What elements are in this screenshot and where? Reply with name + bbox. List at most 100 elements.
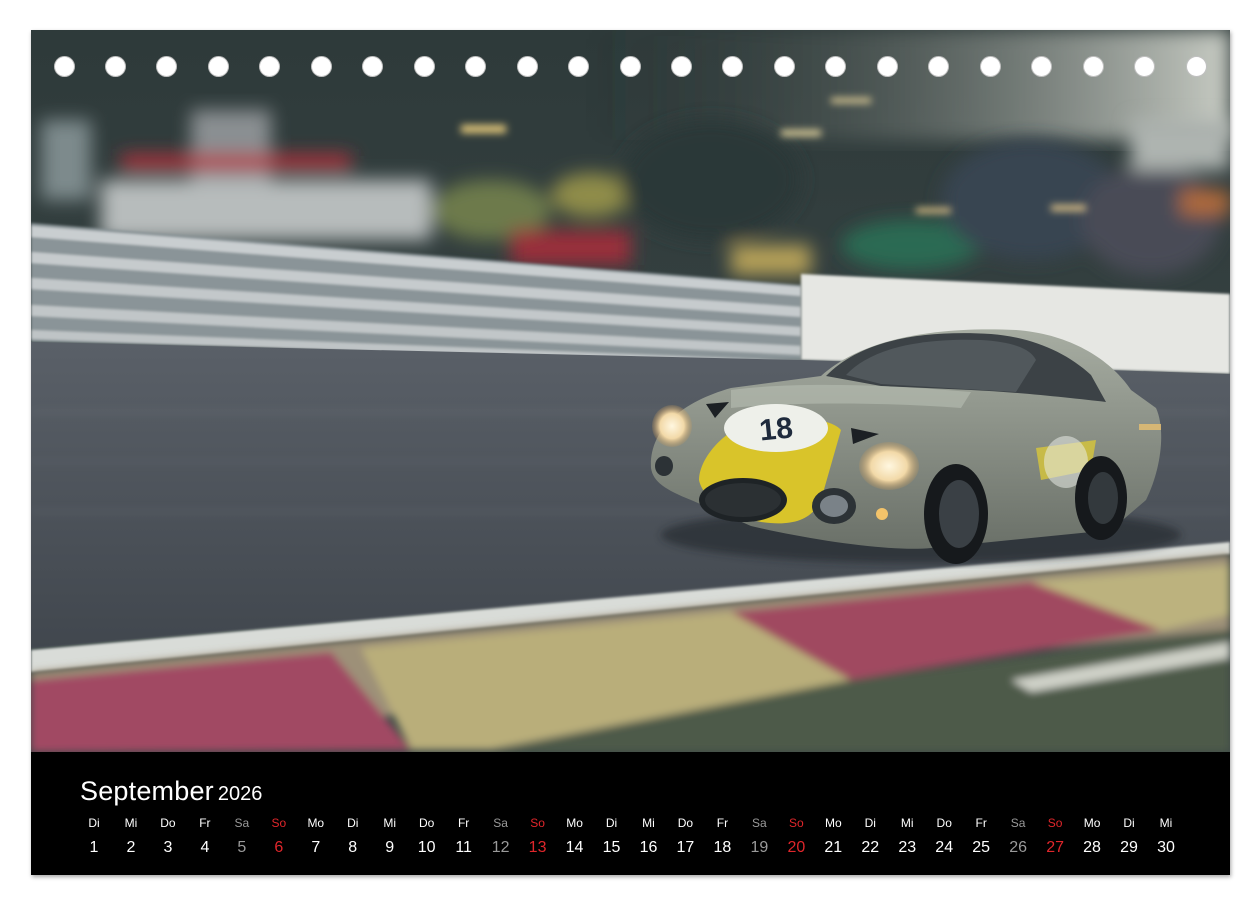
day-cell: Di 1: [76, 816, 113, 858]
car-number: 18: [758, 411, 795, 447]
weekday-label: Di: [88, 816, 100, 830]
weekday-label: So: [1047, 816, 1063, 830]
day-cell: Mo 28: [1074, 816, 1111, 858]
day-cell: Mo 7: [297, 816, 334, 858]
day-cell: Di 8: [334, 816, 371, 858]
weekday-label: Mi: [1159, 816, 1173, 830]
date-number: 17: [676, 839, 695, 856]
binding-hole: [465, 56, 487, 77]
date-number: 13: [528, 839, 547, 856]
weekday-label: So: [530, 816, 545, 830]
weekday-label: Do: [677, 816, 694, 830]
day-cell: Fr 25: [963, 816, 1000, 858]
date-number: 14: [565, 839, 584, 856]
day-cell: So 6: [260, 816, 297, 858]
day-cell: Do 17: [667, 816, 704, 858]
day-cell: Sa 26: [1000, 816, 1037, 858]
calendar-strip: September 2026 Di 1 Mi 2 Do 3 Fr 4 Sa 5 So 6 Mo 7 Di 8 Mi…: [31, 752, 1230, 875]
date-number: 28: [1083, 839, 1101, 856]
weekday-label: Mi: [900, 816, 914, 830]
weekday-label: Mo: [307, 816, 325, 830]
binding-hole: [310, 56, 332, 77]
day-cell: Mi 30: [1148, 816, 1185, 858]
day-cell: Mi 16: [630, 816, 667, 858]
day-cell: Do 3: [149, 816, 186, 858]
weekday-label: Sa: [493, 816, 508, 830]
date-number: 7: [311, 839, 321, 856]
weekday-label: Mi: [383, 816, 397, 830]
day-cell: Fr 11: [445, 816, 482, 858]
day-cell: Sa 5: [223, 816, 260, 858]
date-number: 22: [861, 839, 880, 856]
binding-hole: [670, 56, 692, 77]
weekday-label: Sa: [234, 816, 250, 830]
binding-hole: [773, 56, 795, 77]
binding-hole: [568, 56, 590, 77]
date-number: 26: [1009, 839, 1028, 856]
weekday-label: Fr: [457, 816, 470, 830]
binding-hole: [876, 56, 898, 77]
day-cell: Mi 2: [112, 816, 149, 858]
weekday-label: Mo: [566, 816, 583, 830]
date-number: 3: [163, 839, 173, 856]
date-number: 29: [1120, 839, 1138, 856]
date-number: 30: [1157, 839, 1175, 856]
date-number: 16: [639, 839, 658, 856]
date-number: 15: [602, 839, 621, 856]
date-number: 19: [750, 839, 769, 856]
day-cell: Sa 19: [741, 816, 778, 858]
day-cell: Di 15: [593, 816, 630, 858]
day-cell: Mi 23: [889, 816, 926, 858]
calendar-sheet: 18 September 2026 Di 1 Mi 2 Do 3 Fr 4 Sa…: [31, 30, 1230, 875]
weekday-label: Fr: [716, 816, 729, 830]
date-number: 18: [713, 839, 732, 856]
weekday-label: Di: [605, 816, 618, 830]
day-cell: Mi 9: [371, 816, 408, 858]
binding-hole: [53, 56, 75, 77]
date-number: 4: [200, 839, 210, 856]
weekday-label: Mi: [124, 816, 138, 830]
day-cell: Do 10: [408, 816, 445, 858]
day-cell: So 13: [519, 816, 556, 858]
month-year: 2026: [217, 783, 263, 805]
binding-hole: [207, 56, 229, 77]
day-row: Di 1 Mi 2 Do 3 Fr 4 Sa 5 So 6 Mo 7 Di 8 Mi 9 Do 10 Fr 11 Sa 12 S…: [31, 816, 1230, 875]
weekday-label: So: [271, 816, 287, 830]
date-number: 9: [385, 839, 395, 856]
month-title: September 2026: [80, 776, 262, 807]
day-cell: Fr 18: [704, 816, 741, 858]
day-cell: So 27: [1037, 816, 1074, 858]
weekday-label: Sa: [1010, 816, 1026, 830]
binding-hole: [516, 56, 538, 77]
date-number: 8: [348, 839, 358, 856]
date-number: 10: [417, 839, 436, 856]
weekday-label: So: [789, 816, 804, 830]
binding-hole: [413, 56, 435, 77]
date-number: 11: [455, 839, 472, 856]
date-number: 5: [237, 839, 247, 856]
day-cell: Mo 21: [815, 816, 852, 858]
weekday-label: Di: [864, 816, 876, 830]
date-number: 2: [126, 839, 136, 856]
weekday-label: Mi: [642, 816, 655, 830]
binding-hole: [1031, 56, 1053, 77]
weekday-label: Fr: [975, 816, 987, 830]
weekday-label: Mo: [1083, 816, 1101, 830]
date-number: 27: [1046, 839, 1064, 856]
day-cell: Di 22: [852, 816, 889, 858]
binding-hole: [1134, 56, 1156, 77]
weekday-label: Do: [419, 816, 435, 830]
month-name: September: [80, 776, 214, 806]
race-car-photo: 18: [31, 30, 1230, 752]
weekday-label: Do: [160, 816, 176, 830]
binding-hole: [1082, 56, 1104, 77]
day-cell: So 20: [778, 816, 815, 858]
day-cell: Di 29: [1111, 816, 1148, 858]
binding-hole: [104, 56, 126, 77]
day-cell: Do 24: [926, 816, 963, 858]
date-number: 12: [491, 839, 510, 856]
date-number: 1: [89, 839, 99, 856]
date-number: 23: [898, 839, 917, 856]
day-cell: Sa 12: [482, 816, 519, 858]
weekday-label: Fr: [199, 816, 211, 830]
